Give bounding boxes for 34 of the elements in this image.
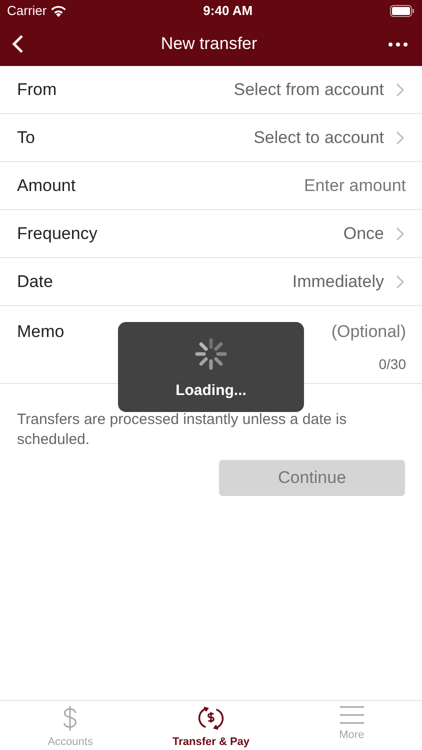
picker-value: Once (343, 222, 384, 245)
chevron-icon (396, 226, 404, 240)
battery-icon (390, 5, 415, 17)
picker-row[interactable]: From Select from account (0, 66, 422, 114)
character-counter: 0/30 (378, 354, 406, 374)
field-label: Frequency (17, 222, 98, 245)
chevron-icon (396, 130, 404, 144)
carrier-label: Carrier (7, 2, 47, 20)
tab-bar-item[interactable]: Transfer & Pay (140, 701, 282, 750)
spinner-icon (193, 336, 229, 372)
info-note: Transfers are processed instantly unless a date is scheduled. (17, 410, 348, 450)
picker-value: Immediately (292, 270, 384, 293)
screen-title: New transfer (160, 33, 258, 56)
field-label: From (17, 78, 57, 101)
chevron-icon (396, 274, 404, 288)
picker-value: Select from account (234, 78, 384, 101)
field-label: Date (17, 270, 53, 293)
menu-icon (338, 705, 365, 725)
picker-row[interactable]: Date Immediately (0, 258, 422, 306)
back-icon (12, 34, 24, 54)
picker-value: Select to account (254, 126, 384, 149)
wifi-icon (50, 6, 66, 16)
dollar-cycle-icon (197, 705, 225, 732)
picker-row[interactable]: To Select to account (0, 114, 422, 162)
chevron-icon (396, 82, 404, 96)
dollar-icon (61, 705, 80, 732)
field-label: Amount (17, 174, 76, 197)
picker-row[interactable]: Frequency Once (0, 210, 422, 258)
loading-label: Loading... (176, 381, 246, 401)
field-label: Memo (17, 321, 64, 343)
status-time: 9:40 AM (203, 2, 253, 20)
more-icon (388, 42, 408, 46)
amount-field[interactable]: Enter amount (206, 172, 406, 198)
field-label: To (17, 126, 35, 149)
